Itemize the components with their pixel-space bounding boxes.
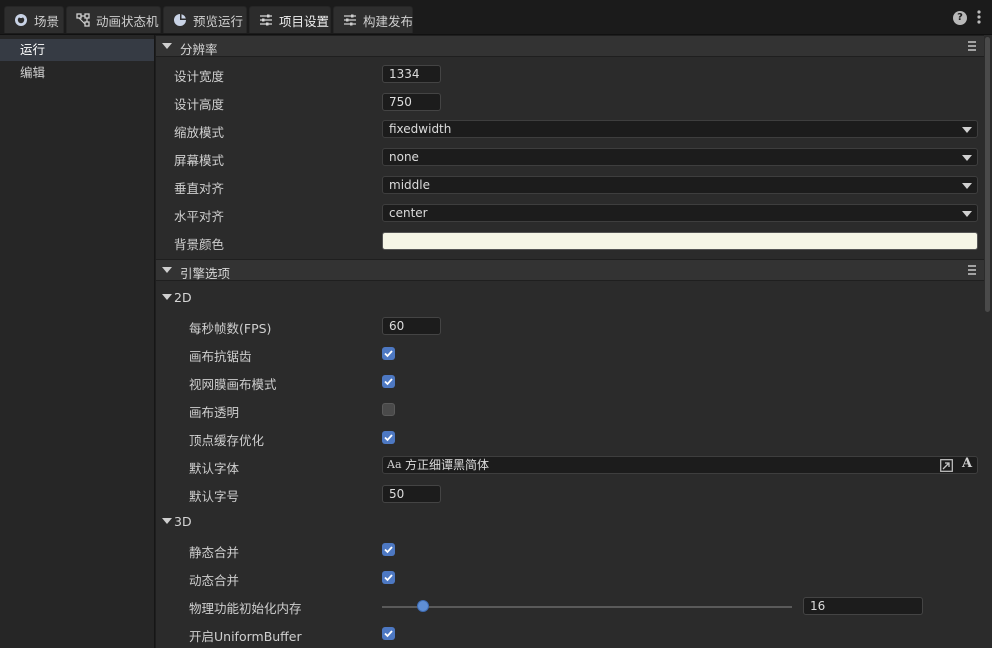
settings-sidebar: 运行 编辑 xyxy=(0,35,155,648)
sidebar-item-edit[interactable]: 编辑 xyxy=(0,62,154,84)
halign-select[interactable]: center xyxy=(382,204,978,222)
label-font-size: 默认字号 xyxy=(189,489,240,504)
label-design-width: 设计宽度 xyxy=(174,69,225,84)
label-dynamic-batch: 动态合并 xyxy=(189,573,240,588)
section-title: 分辨率 xyxy=(180,42,218,57)
chevron-down-icon xyxy=(962,127,972,133)
slider-handle[interactable] xyxy=(417,600,429,612)
checkmark-icon xyxy=(384,434,393,442)
label-fps: 每秒帧数(FPS) xyxy=(189,321,272,336)
settings-panel: 分辨率 设计宽度 1334 设计高度 750 缩放模式 fixedwidth 屏… xyxy=(156,35,992,648)
valign-select[interactable]: middle xyxy=(382,176,978,194)
tab-preview[interactable]: 预览运行 xyxy=(163,6,247,33)
bg-color-picker[interactable] xyxy=(382,232,978,250)
label-design-height: 设计高度 xyxy=(174,97,225,112)
fps-input[interactable]: 60 xyxy=(382,317,441,335)
label-scale-mode: 缩放模式 xyxy=(174,125,225,140)
chevron-down-icon xyxy=(962,183,972,189)
section-menu-icon[interactable] xyxy=(968,41,976,51)
collapse-triangle-icon[interactable] xyxy=(162,294,172,300)
physics-memory-slider[interactable] xyxy=(382,606,792,608)
uniform-buffer-checkbox[interactable] xyxy=(382,627,395,640)
label-physics-memory: 物理功能初始化内存 xyxy=(189,601,302,616)
default-font-value: 方正细谭黑简体 xyxy=(405,458,490,472)
section-engine-header[interactable]: 引擎选项 xyxy=(156,259,984,281)
static-batch-checkbox[interactable] xyxy=(382,543,395,556)
vertical-scrollbar[interactable] xyxy=(984,35,992,648)
label-uniform-buffer: 开启UniformBuffer xyxy=(189,629,302,644)
checkmark-icon xyxy=(384,350,393,358)
vertex-cache-checkbox[interactable] xyxy=(382,431,395,444)
label-transparent: 画布透明 xyxy=(189,405,240,420)
label-vertex-cache: 顶点缓存优化 xyxy=(189,433,265,448)
label-retina: 视网膜画布模式 xyxy=(189,377,277,392)
section-menu-icon[interactable] xyxy=(968,265,976,275)
checkmark-icon xyxy=(384,546,393,554)
halign-value: center xyxy=(389,206,428,220)
tab-build-publish[interactable]: 构建发布 xyxy=(333,6,413,33)
tab-scene[interactable]: 场景 xyxy=(4,6,64,33)
checkmark-icon xyxy=(384,378,393,386)
settings-sliders-icon xyxy=(260,14,272,26)
checkmark-icon xyxy=(384,630,393,638)
build-sliders-icon xyxy=(344,14,356,26)
physics-memory-input[interactable]: 16 xyxy=(803,597,923,615)
label-default-font: 默认字体 xyxy=(189,461,240,476)
scale-mode-select[interactable]: fixedwidth xyxy=(382,120,978,138)
valign-value: middle xyxy=(389,178,430,192)
tab-preview-label: 预览运行 xyxy=(193,13,244,29)
antialias-checkbox[interactable] xyxy=(382,347,395,360)
label-static-batch: 静态合并 xyxy=(189,545,240,560)
section-title: 引擎选项 xyxy=(180,266,231,281)
transparent-checkbox[interactable] xyxy=(382,403,395,416)
label-halign: 水平对齐 xyxy=(174,209,225,224)
section-resolution-header[interactable]: 分辨率 xyxy=(156,35,984,57)
font-type-icon: Aa xyxy=(387,458,402,471)
sidebar-item-run[interactable]: 运行 xyxy=(0,39,154,61)
scale-mode-value: fixedwidth xyxy=(389,122,452,136)
screen-mode-select[interactable]: none xyxy=(382,148,978,166)
scene-icon xyxy=(15,14,27,26)
subsection-title: 3D xyxy=(174,514,192,529)
preview-icon xyxy=(174,14,186,26)
tab-project-settings-label: 项目设置 xyxy=(279,13,330,29)
font-asset-icon[interactable]: A xyxy=(962,456,972,472)
collapse-triangle-icon[interactable] xyxy=(162,267,172,273)
font-size-input[interactable]: 50 xyxy=(382,485,441,503)
subsection-title: 2D xyxy=(174,290,192,305)
collapse-triangle-icon[interactable] xyxy=(162,43,172,49)
tab-project-settings[interactable]: 项目设置 xyxy=(249,6,331,33)
subsection-2d-header[interactable]: 2D xyxy=(156,286,984,308)
tab-state-machine[interactable]: 动画状态机 xyxy=(66,6,161,33)
screen-mode-value: none xyxy=(389,150,419,164)
chevron-down-icon xyxy=(962,155,972,161)
checkmark-icon xyxy=(384,574,393,582)
default-font-field[interactable]: Aa 方正细谭黑简体 A xyxy=(382,456,978,474)
collapse-triangle-icon[interactable] xyxy=(162,518,172,524)
more-options-icon[interactable] xyxy=(973,9,985,25)
tab-state-machine-label: 动画状态机 xyxy=(96,13,159,29)
label-valign: 垂直对齐 xyxy=(174,181,225,196)
tab-build-publish-label: 构建发布 xyxy=(363,13,414,29)
label-bg-color: 背景颜色 xyxy=(174,237,225,252)
help-icon[interactable]: ? xyxy=(953,11,967,25)
tab-scene-label: 场景 xyxy=(34,13,60,29)
pick-asset-icon[interactable] xyxy=(940,459,953,472)
chevron-down-icon xyxy=(962,211,972,217)
subsection-3d-header[interactable]: 3D xyxy=(156,510,984,532)
top-tab-bar: 场景 动画状态机 预览运行 项目设置 构建发布 ? xyxy=(0,0,992,35)
design-height-input[interactable]: 750 xyxy=(382,93,441,111)
label-antialias: 画布抗锯齿 xyxy=(189,349,252,364)
scrollbar-thumb[interactable] xyxy=(985,37,990,312)
label-screen-mode: 屏幕模式 xyxy=(174,153,225,168)
retina-checkbox[interactable] xyxy=(382,375,395,388)
state-machine-icon xyxy=(76,13,90,27)
dynamic-batch-checkbox[interactable] xyxy=(382,571,395,584)
design-width-input[interactable]: 1334 xyxy=(382,65,441,83)
